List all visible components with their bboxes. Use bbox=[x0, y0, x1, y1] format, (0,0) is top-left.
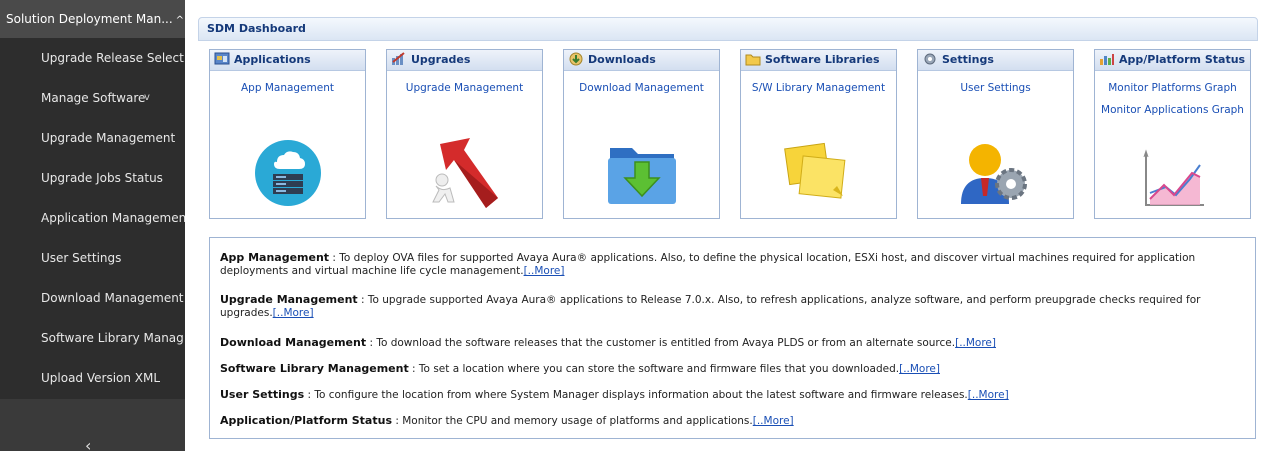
description-app-management: App Management : To deploy OVA files for… bbox=[220, 251, 1245, 278]
description-term: App Management bbox=[220, 251, 330, 264]
more-link[interactable]: [..More] bbox=[955, 337, 996, 349]
sidebar-item-upgrade-jobs-status[interactable]: Upgrade Jobs Status bbox=[0, 158, 185, 198]
card-title: Upgrades bbox=[411, 53, 471, 66]
chevron-down-icon: v bbox=[144, 92, 150, 103]
upgrade-management-link[interactable]: Upgrade Management bbox=[387, 81, 542, 95]
card-applications: Applications App Management bbox=[209, 49, 366, 219]
sidebar-item-label: Upload Version XML bbox=[41, 371, 161, 385]
downloads-icon bbox=[568, 52, 584, 73]
description-upgrade-management: Upgrade Management : To upgrade supporte… bbox=[220, 293, 1245, 320]
sidebar-header-label: Solution Deployment Man... bbox=[6, 12, 173, 26]
card-upgrades: Upgrades Upgrade Management bbox=[386, 49, 543, 219]
dashboard-cards: Applications App Management Upgrades Upg… bbox=[209, 49, 1259, 219]
card-header: App/Platform Status bbox=[1095, 50, 1250, 71]
user-settings-link[interactable]: User Settings bbox=[918, 81, 1073, 95]
sidebar-item-manage-software[interactable]: Manage Software v bbox=[0, 78, 185, 118]
sidebar-item-label: Software Library Manag... bbox=[41, 331, 185, 345]
upgrade-arrow-icon bbox=[387, 134, 542, 212]
card-app-platform-status: App/Platform Status Monitor Platforms Gr… bbox=[1094, 49, 1251, 219]
sidebar-item-download-management[interactable]: Download Management bbox=[0, 278, 185, 318]
sidebar-item-upgrade-management[interactable]: Upgrade Management bbox=[0, 118, 185, 158]
chevron-up-icon: ^ bbox=[175, 15, 185, 26]
download-folder-icon bbox=[564, 134, 719, 212]
library-notes-icon bbox=[741, 134, 896, 212]
sidebar-header[interactable]: Solution Deployment Man... ^ bbox=[0, 0, 185, 38]
sidebar-item-label: Manage Software bbox=[41, 91, 146, 105]
user-gear-icon bbox=[918, 134, 1073, 212]
sidebar-menu: Upgrade Release Selecti... Manage Softwa… bbox=[0, 38, 185, 398]
card-header: Settings bbox=[918, 50, 1073, 71]
sidebar: Solution Deployment Man... ^ Upgrade Rele… bbox=[0, 0, 185, 454]
description-user-settings: User Settings : To configure the locatio… bbox=[220, 388, 1245, 402]
sidebar-item-label: Upgrade Release Selecti... bbox=[41, 51, 185, 65]
settings-icon bbox=[922, 52, 938, 73]
description-term: Upgrade Management bbox=[220, 293, 358, 306]
description-text: : To deploy OVA files for supported Avay… bbox=[220, 252, 1196, 277]
sidebar-item-label: Upgrade Management bbox=[41, 131, 176, 145]
card-settings: Settings User Settings bbox=[917, 49, 1074, 219]
sidebar-item-software-library-management[interactable]: Software Library Manag... bbox=[0, 318, 185, 358]
dashboard-panel: SDM Dashboard Applications App Managemen… bbox=[198, 17, 1258, 447]
description-application-platform-status: Application/Platform Status : Monitor th… bbox=[220, 414, 1245, 428]
card-downloads: Downloads Download Management bbox=[563, 49, 720, 219]
description-software-library-management: Software Library Management : To set a l… bbox=[220, 362, 1245, 376]
download-management-link[interactable]: Download Management bbox=[564, 81, 719, 95]
description-download-management: Download Management : To download the so… bbox=[220, 336, 1245, 350]
applications-icon bbox=[214, 52, 230, 73]
monitor-platforms-graph-link[interactable]: Monitor Platforms Graph bbox=[1095, 81, 1250, 95]
card-title: Settings bbox=[942, 53, 994, 66]
sidebar-item-label: Upgrade Jobs Status bbox=[41, 171, 163, 185]
sidebar-footer bbox=[0, 399, 185, 451]
description-term: User Settings bbox=[220, 388, 305, 401]
page-title: SDM Dashboard bbox=[198, 17, 1258, 41]
sidebar-item-label: User Settings bbox=[41, 251, 122, 265]
description-term: Software Library Management bbox=[220, 362, 409, 375]
descriptions-panel: App Management : To deploy OVA files for… bbox=[209, 237, 1256, 439]
upgrades-icon bbox=[391, 52, 407, 73]
card-header: Upgrades bbox=[387, 50, 542, 71]
sidebar-item-upgrade-release-selection[interactable]: Upgrade Release Selecti... bbox=[0, 38, 185, 78]
software-libraries-icon bbox=[745, 52, 761, 73]
card-title: App/Platform Status bbox=[1119, 53, 1246, 66]
description-term: Application/Platform Status bbox=[220, 414, 392, 427]
card-header: Applications bbox=[210, 50, 365, 71]
more-link[interactable]: [..More] bbox=[899, 363, 940, 375]
card-header: Downloads bbox=[564, 50, 719, 71]
status-icon bbox=[1099, 52, 1115, 73]
cloud-server-icon bbox=[210, 134, 365, 212]
description-text: : To configure the location from where S… bbox=[304, 389, 968, 401]
description-text: : To upgrade supported Avaya Aura® appli… bbox=[220, 294, 1201, 319]
card-title: Software Libraries bbox=[765, 53, 880, 66]
sidebar-item-upload-version-xml[interactable]: Upload Version XML bbox=[0, 358, 185, 398]
description-text: : To set a location where you can store … bbox=[408, 363, 900, 375]
description-text: : To download the software releases that… bbox=[366, 337, 956, 349]
sidebar-item-label: Application Management bbox=[41, 211, 185, 225]
card-title: Applications bbox=[234, 53, 311, 66]
description-term: Download Management bbox=[220, 336, 367, 349]
sidebar-item-user-settings[interactable]: User Settings bbox=[0, 238, 185, 278]
sw-library-management-link[interactable]: S/W Library Management bbox=[741, 81, 896, 95]
graph-icon bbox=[1095, 142, 1250, 220]
more-link[interactable]: [..More] bbox=[753, 415, 794, 427]
monitor-applications-graph-link[interactable]: Monitor Applications Graph bbox=[1095, 103, 1250, 117]
description-text: : Monitor the CPU and memory usage of pl… bbox=[392, 415, 753, 427]
more-link[interactable]: [..More] bbox=[273, 307, 314, 319]
collapse-sidebar-icon[interactable]: ‹ bbox=[85, 438, 91, 454]
card-title: Downloads bbox=[588, 53, 656, 66]
sidebar-item-application-management[interactable]: Application Management bbox=[0, 198, 185, 238]
more-link[interactable]: [..More] bbox=[524, 265, 565, 277]
sidebar-item-label: Download Management bbox=[41, 291, 184, 305]
app-management-link[interactable]: App Management bbox=[210, 81, 365, 95]
more-link[interactable]: [..More] bbox=[968, 389, 1009, 401]
card-software-libraries: Software Libraries S/W Library Managemen… bbox=[740, 49, 897, 219]
card-header: Software Libraries bbox=[741, 50, 896, 71]
